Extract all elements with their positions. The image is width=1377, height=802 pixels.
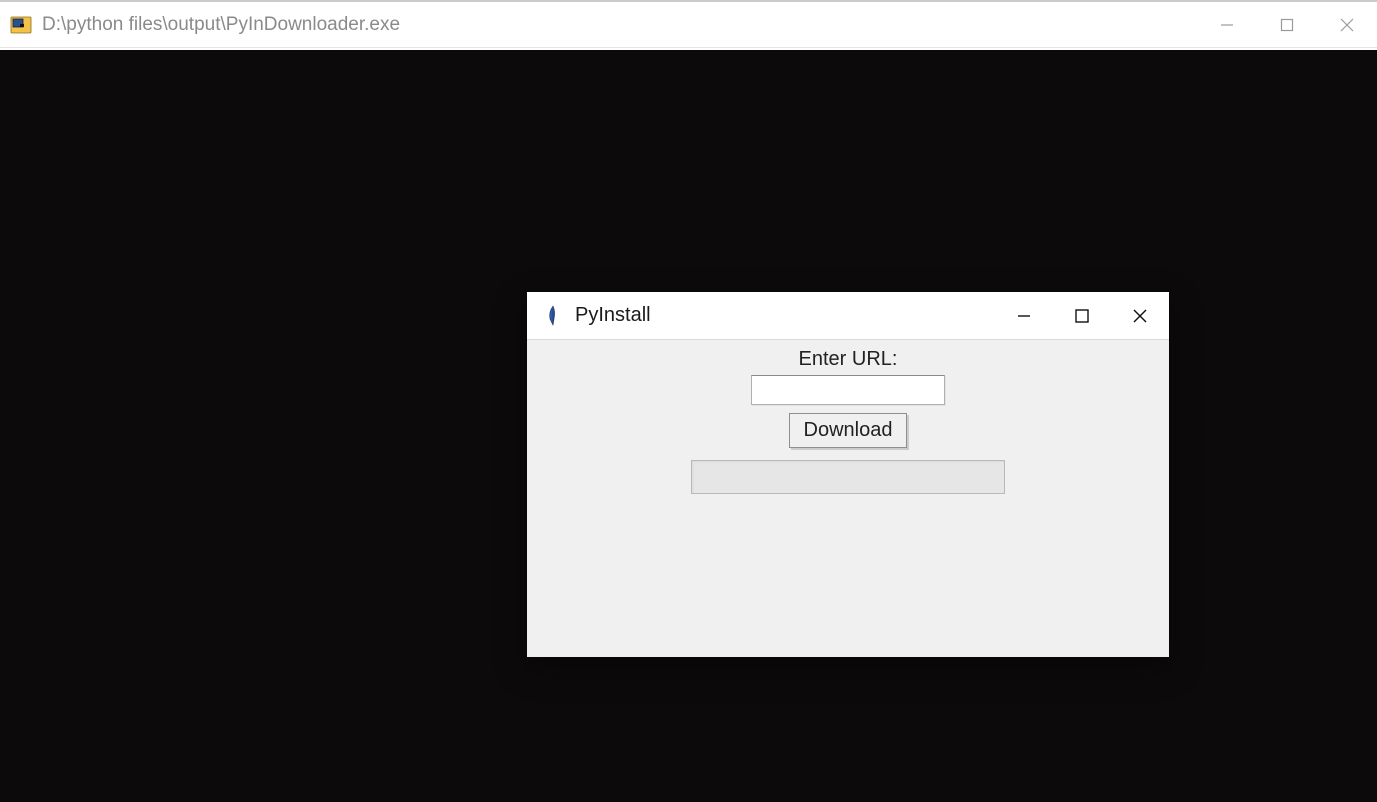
console-window: D:\python files\output\PyInDownloader.ex… (0, 0, 1377, 800)
progress-bar (691, 460, 1005, 494)
pyinstall-titlebar: PyInstall (527, 292, 1169, 340)
close-button[interactable] (1317, 2, 1377, 48)
pyinstall-body: Enter URL: Download (527, 340, 1169, 657)
close-button[interactable] (1111, 292, 1169, 340)
pyinstall-window-controls (995, 292, 1169, 339)
app-icon (10, 14, 32, 36)
minimize-button[interactable] (995, 292, 1053, 340)
pyinstall-title: PyInstall (575, 304, 995, 327)
maximize-button[interactable] (1053, 292, 1111, 340)
feather-icon (543, 304, 563, 328)
download-button[interactable]: Download (789, 413, 908, 448)
minimize-button[interactable] (1197, 2, 1257, 48)
maximize-button[interactable] (1257, 2, 1317, 48)
console-title: D:\python files\output\PyInDownloader.ex… (42, 14, 1197, 36)
url-label: Enter URL: (799, 348, 898, 371)
console-titlebar: D:\python files\output\PyInDownloader.ex… (0, 2, 1377, 48)
console-window-controls (1197, 2, 1377, 47)
pyinstall-window: PyInstall Enter URL: Download (527, 292, 1169, 657)
url-input[interactable] (751, 375, 945, 405)
